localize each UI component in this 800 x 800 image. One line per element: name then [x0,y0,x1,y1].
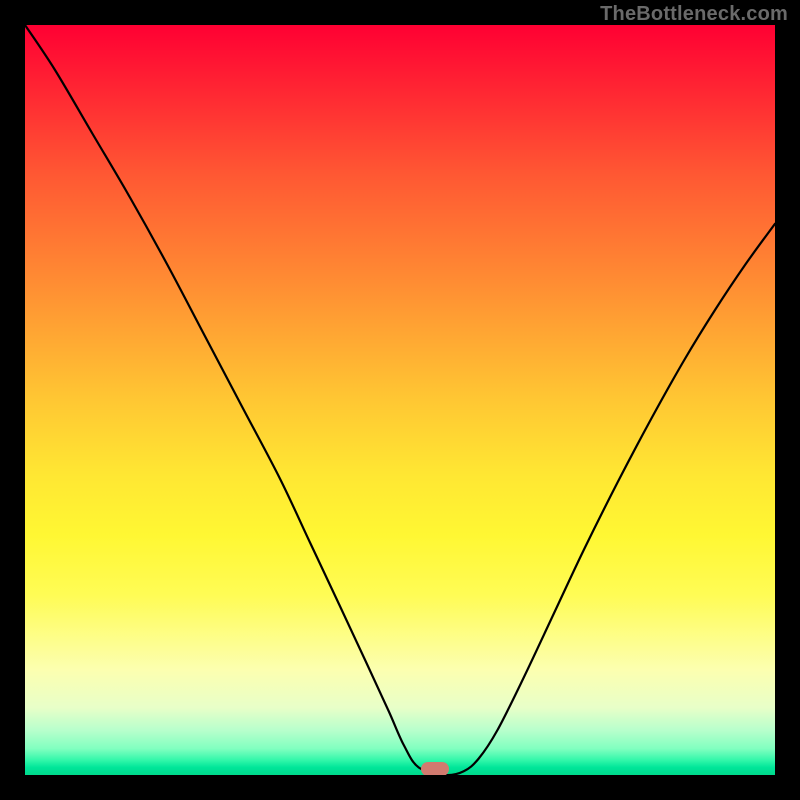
optimum-marker [421,762,449,775]
bottleneck-curve [25,25,775,775]
plot-area [25,25,775,775]
chart-frame: TheBottleneck.com [0,0,800,800]
attribution-label: TheBottleneck.com [600,3,788,26]
curve-svg-layer [25,25,775,775]
